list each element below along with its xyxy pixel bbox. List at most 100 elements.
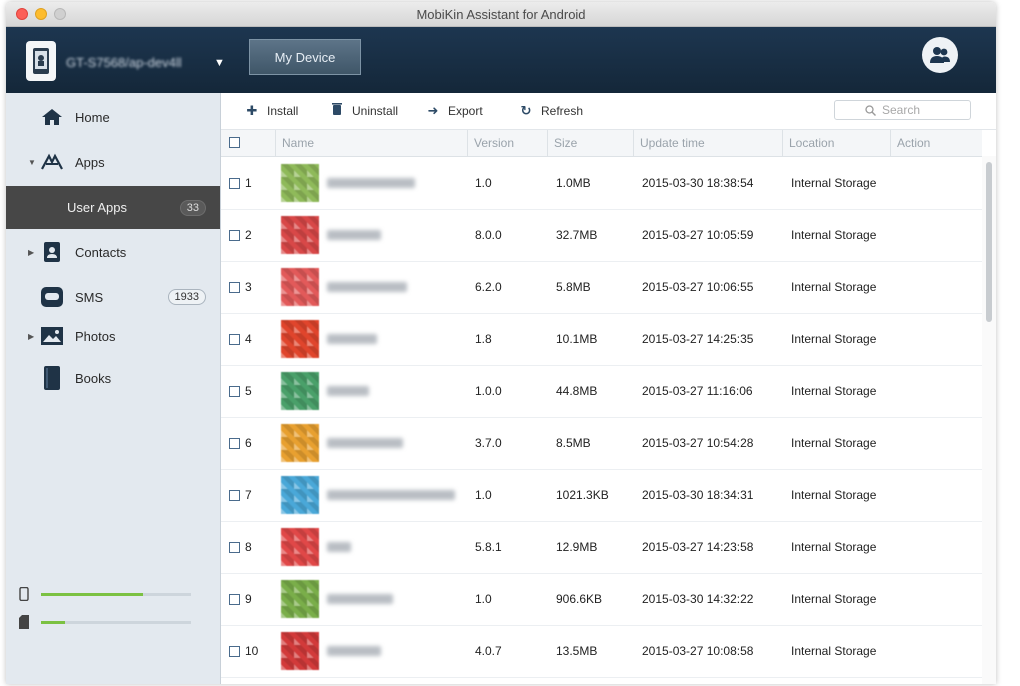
row-number: 10 — [245, 644, 259, 658]
row-number: 9 — [245, 592, 252, 606]
app-version: 1.0 — [475, 592, 492, 606]
app-icon — [281, 261, 319, 313]
table-row[interactable]: 1 1.0 1.0MB 2015-03-30 18:38:54 Internal Sto… — [221, 157, 982, 210]
column-header-name[interactable]: Name — [275, 130, 467, 156]
row-checkbox[interactable] — [229, 489, 240, 501]
app-update-time: 2015-03-30 14:32:22 — [642, 592, 754, 606]
app-icon — [281, 365, 319, 417]
app-icon — [281, 573, 319, 625]
sidebar-item-label: User Apps — [67, 200, 127, 215]
user-account-icon[interactable] — [922, 37, 958, 73]
table-row[interactable]: 6 3.7.0 8.5MB 2015-03-27 10:54:28 Internal S… — [221, 417, 982, 470]
row-checkbox[interactable] — [229, 333, 240, 345]
app-icon-image — [281, 580, 319, 618]
table-row[interactable]: 8 5.8.1 12.9MB 2015-03-27 14:23:58 Internal … — [221, 521, 982, 574]
sidebar-item-user-apps[interactable]: User Apps 33 — [6, 186, 220, 229]
vertical-scrollbar[interactable] — [982, 156, 996, 684]
search-placeholder: Search — [882, 103, 921, 117]
photos-icon — [40, 325, 64, 347]
app-update-time: 2015-03-27 14:25:35 — [642, 332, 754, 346]
app-version: 5.8.1 — [475, 540, 502, 554]
column-header-update-time[interactable]: Update time — [633, 130, 782, 156]
column-header-location[interactable]: Location — [782, 130, 890, 156]
app-location: Internal Storage — [791, 176, 877, 190]
refresh-button[interactable]: ↻ Refresh — [519, 103, 583, 119]
row-select-cell: 4 — [229, 313, 252, 365]
phone-storage-track — [41, 593, 191, 596]
app-icon-image — [281, 372, 319, 410]
sidebar-item-label: SMS — [75, 289, 104, 305]
app-location: Internal Storage — [791, 280, 877, 294]
app-window: MobiKin Assistant for Android GT-S7568/a… — [6, 2, 996, 684]
table-row[interactable]: 4 1.8 10.1MB 2015-03-27 14:25:35 Internal St… — [221, 313, 982, 366]
app-icon-image — [281, 528, 319, 566]
app-name-redacted — [327, 334, 377, 344]
row-checkbox[interactable] — [229, 437, 240, 449]
uninstall-button[interactable]: Uninstall — [330, 103, 398, 118]
android-device-icon — [26, 41, 56, 81]
sidebar-item-contacts[interactable]: ▶ Contacts — [6, 232, 220, 272]
row-checkbox[interactable] — [229, 593, 240, 605]
uninstall-label: Uninstall — [352, 103, 399, 118]
expanded-arrow-icon[interactable]: ▼ — [28, 158, 36, 167]
row-checkbox[interactable] — [229, 177, 240, 189]
app-name — [327, 417, 403, 469]
column-header-action[interactable]: Action — [890, 130, 982, 156]
app-icon — [281, 521, 319, 573]
device-dropdown-icon[interactable]: ▼ — [214, 57, 225, 69]
row-checkbox[interactable] — [229, 645, 240, 657]
export-label: Export — [448, 104, 483, 118]
my-device-button[interactable]: My Device — [249, 39, 361, 75]
column-header-version[interactable]: Version — [467, 130, 547, 156]
scrollbar-thumb[interactable] — [986, 162, 992, 322]
select-all-checkbox[interactable] — [229, 137, 240, 148]
table-row[interactable]: 2 8.0.0 32.7MB 2015-03-27 10:05:59 Internal … — [221, 209, 982, 262]
row-number: 1 — [245, 176, 252, 190]
header: GT-S7568/ap-dev4ll ▼ My Device — [6, 27, 996, 93]
app-icon — [281, 469, 319, 521]
collapsed-arrow-icon[interactable]: ▶ — [28, 332, 34, 341]
app-version: 1.8 — [475, 332, 492, 346]
sidebar-item-sms[interactable]: SMS 1933 — [6, 277, 220, 317]
app-size: 1021.3KB — [556, 488, 609, 502]
app-size: 13.5MB — [556, 644, 598, 658]
app-version: 1.0.0 — [475, 384, 502, 398]
refresh-icon: ↻ — [520, 103, 532, 118]
table-header: Name Version Size Update time Location A… — [221, 130, 982, 157]
row-select-cell: 9 — [229, 573, 252, 625]
sdcard-storage-fill — [41, 621, 65, 624]
app-icon-image — [281, 476, 319, 514]
app-location: Internal Storage — [791, 488, 877, 502]
row-number: 4 — [245, 332, 252, 346]
row-number: 5 — [245, 384, 252, 398]
row-number: 2 — [245, 228, 252, 242]
app-icon-image — [281, 424, 319, 462]
sidebar-item-home[interactable]: Home — [6, 97, 220, 137]
collapsed-arrow-icon[interactable]: ▶ — [28, 248, 34, 257]
app-version: 3.7.0 — [475, 436, 502, 450]
table-row[interactable]: 7 1.0 1021.3KB 2015-03-30 18:34:31 Internal … — [221, 469, 982, 522]
app-version: 8.0.0 — [475, 228, 502, 242]
sidebar-item-apps[interactable]: ▼ Apps — [6, 142, 220, 182]
table-row[interactable]: 9 1.0 906.6KB 2015-03-30 14:32:22 Internal S… — [221, 573, 982, 626]
sms-count-badge: 1933 — [167, 289, 206, 305]
sidebar-item-books[interactable]: Books — [6, 358, 220, 398]
row-checkbox[interactable] — [229, 229, 240, 241]
sidebar-item-photos[interactable]: ▶ Photos — [6, 316, 220, 356]
export-arrow-icon: ➜ — [427, 103, 439, 118]
column-header-size[interactable]: Size — [547, 130, 633, 156]
row-checkbox[interactable] — [229, 281, 240, 293]
table-row[interactable]: 5 1.0.0 44.8MB 2015-03-27 11:16:06 Internal … — [221, 365, 982, 418]
app-location: Internal Storage — [791, 436, 877, 450]
table-row[interactable]: 3 6.2.0 5.8MB 2015-03-27 10:06:55 Internal S… — [221, 261, 982, 314]
app-name-redacted — [327, 646, 381, 656]
export-button[interactable]: ➜ Export — [426, 103, 483, 119]
install-button[interactable]: ✚ Install — [245, 103, 299, 119]
table-row[interactable]: 10 4.0.7 13.5MB 2015-03-27 10:08:58 Internal… — [221, 625, 982, 678]
app-size: 5.8MB — [556, 280, 591, 294]
row-checkbox[interactable] — [229, 385, 240, 397]
search-input[interactable]: Search — [834, 100, 971, 120]
row-checkbox[interactable] — [229, 541, 240, 553]
sidebar-item-label: Books — [75, 370, 112, 386]
row-select-cell: 1 — [229, 157, 252, 209]
